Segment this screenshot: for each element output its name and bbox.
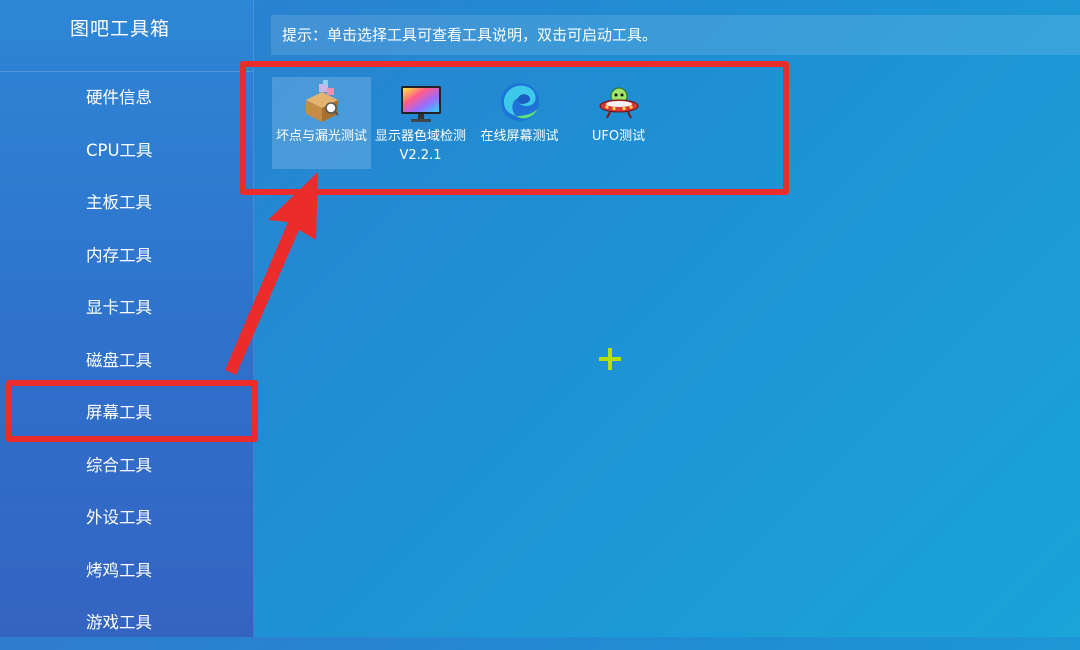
crosshair-cursor-icon [599, 348, 621, 370]
red-arrow [225, 172, 318, 375]
